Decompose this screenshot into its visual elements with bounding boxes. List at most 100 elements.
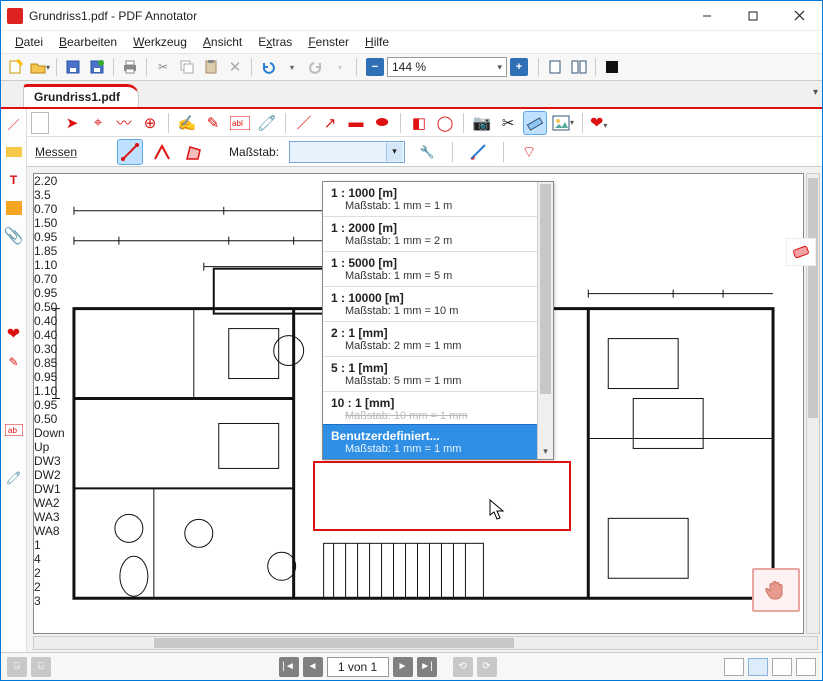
scale-settings-icon[interactable]: 🔧 bbox=[415, 140, 439, 164]
ls-text-icon[interactable]: T bbox=[5, 171, 23, 189]
scale-option[interactable]: 10 : 1 [mm] Maßstab: 10 mm = 1 mm bbox=[323, 392, 553, 424]
paste-icon[interactable] bbox=[200, 56, 222, 78]
line-icon[interactable]: ／ bbox=[293, 112, 315, 133]
ls-attach-icon[interactable]: 📎 bbox=[5, 227, 23, 245]
wifi-icon[interactable]: ⌔ bbox=[517, 140, 541, 164]
stamp-tool-icon[interactable]: 🧷 bbox=[256, 114, 278, 132]
scale-combobox[interactable]: ▾ bbox=[289, 141, 405, 163]
ellipse-icon[interactable]: ⬬ bbox=[371, 114, 393, 131]
maximize-button[interactable] bbox=[730, 1, 776, 30]
view-continuous-icon[interactable] bbox=[748, 658, 768, 676]
nav-fwd-button[interactable]: ⟳ bbox=[477, 657, 497, 677]
undo-icon[interactable] bbox=[257, 56, 279, 78]
save-icon[interactable] bbox=[62, 56, 84, 78]
chevron-down-icon[interactable]: ▾ bbox=[386, 143, 402, 161]
scale-option-custom[interactable]: Benutzerdefiniert...Maßstab: 1 mm = 1 mm bbox=[323, 424, 553, 459]
ls-stamp-icon[interactable]: 🧷 bbox=[5, 469, 23, 487]
minimize-button[interactable] bbox=[684, 1, 730, 30]
redo-icon[interactable] bbox=[305, 56, 327, 78]
first-page-button[interactable]: |◄ bbox=[279, 657, 299, 677]
scale-option[interactable]: 1 : 2000 [m]Maßstab: 1 mm = 2 m bbox=[323, 217, 553, 252]
undo-drop-icon[interactable]: ▾ bbox=[281, 56, 303, 78]
eraser-icon[interactable]: ◧ bbox=[408, 114, 430, 132]
document-tab[interactable]: Grundriss1.pdf bbox=[23, 84, 139, 107]
menu-edit[interactable]: Bearbeiten bbox=[53, 33, 123, 51]
cut-icon[interactable]: ✂ bbox=[152, 56, 174, 78]
menu-view[interactable]: Ansicht bbox=[197, 33, 248, 51]
scale-option[interactable]: 2 : 1 [mm]Maßstab: 2 mm = 1 mm bbox=[323, 322, 553, 357]
ls-pen-icon[interactable]: ／ bbox=[5, 115, 23, 133]
tab-overflow-icon[interactable]: ▾ bbox=[813, 87, 818, 98]
menu-tool[interactable]: Werkzeug bbox=[127, 33, 193, 51]
zoom-out-button[interactable]: − bbox=[366, 58, 384, 76]
ls-pen2-icon[interactable]: ✎ bbox=[5, 353, 23, 371]
scale-option[interactable]: 1 : 10000 [m]Maßstab: 1 mm = 10 m bbox=[323, 287, 553, 322]
close-button[interactable] bbox=[776, 1, 822, 30]
view-two-icon[interactable] bbox=[772, 658, 792, 676]
menu-file[interactable]: Datei bbox=[9, 33, 49, 51]
prev-page-button[interactable]: ◄ bbox=[303, 657, 323, 677]
pointer-icon[interactable]: ➤ bbox=[61, 114, 83, 132]
new-icon[interactable] bbox=[5, 56, 27, 78]
distance-tool-button[interactable] bbox=[117, 139, 143, 165]
freehand-icon[interactable]: ✍ bbox=[176, 114, 198, 132]
zoom-control: − 144 % ▾ + bbox=[366, 57, 528, 77]
select-icon[interactable]: ⌖ bbox=[87, 114, 109, 131]
view-single-icon[interactable] bbox=[724, 658, 744, 676]
thumb-prev-icon[interactable]: ⍈ bbox=[7, 657, 27, 677]
erase-area-icon[interactable]: ◯ bbox=[434, 114, 456, 132]
page-input[interactable]: 1 von 1 bbox=[327, 657, 389, 677]
next-page-button[interactable]: ► bbox=[393, 657, 413, 677]
delete-icon[interactable]: ✕ bbox=[224, 56, 246, 78]
zoom-input[interactable]: 144 % ▾ bbox=[387, 57, 507, 77]
favorite-icon[interactable]: ❤▾ bbox=[590, 113, 607, 133]
area-tool-icon[interactable] bbox=[181, 139, 207, 165]
ls-textbox-icon[interactable]: ab bbox=[5, 421, 23, 439]
redo-drop-icon[interactable]: ▾ bbox=[329, 56, 351, 78]
horizontal-scrollbar[interactable] bbox=[33, 636, 818, 650]
dropdown-scrollbar[interactable]: ▾ bbox=[537, 182, 553, 459]
measure-label: Messen bbox=[35, 145, 77, 159]
page-layout1-icon[interactable] bbox=[544, 56, 566, 78]
textfield-icon[interactable]: abI bbox=[228, 111, 252, 135]
zoom-in-button[interactable]: + bbox=[510, 58, 528, 76]
lasso-icon[interactable]: 〰 bbox=[113, 112, 135, 133]
page-thumb-icon[interactable] bbox=[31, 112, 49, 134]
marker-icon[interactable]: ✎ bbox=[202, 114, 224, 132]
ls-note-icon[interactable] bbox=[5, 199, 23, 217]
arrow-icon[interactable]: ↗ bbox=[319, 114, 341, 132]
menu-window[interactable]: Fenster bbox=[302, 33, 355, 51]
open-icon[interactable]: ▾ bbox=[29, 56, 51, 78]
saveas-icon[interactable] bbox=[86, 56, 108, 78]
zoom-tool-icon[interactable]: ⊕ bbox=[139, 114, 161, 132]
nav-back-button[interactable]: ⟲ bbox=[453, 657, 473, 677]
scale-option[interactable]: 1 : 5000 [m]Maßstab: 1 mm = 5 m bbox=[323, 252, 553, 287]
calibrate-icon[interactable] bbox=[466, 140, 490, 164]
thumb-next-icon[interactable]: ⍇ bbox=[31, 657, 51, 677]
camera-icon[interactable]: 📷 bbox=[471, 114, 493, 132]
perimeter-tool-icon[interactable] bbox=[149, 139, 175, 165]
svg-text:abI: abI bbox=[232, 119, 243, 128]
ls-heart-icon[interactable]: ❤ bbox=[5, 325, 23, 343]
ls-highlight-icon[interactable] bbox=[5, 143, 23, 161]
image-tool-icon[interactable]: ▾ bbox=[551, 111, 575, 135]
scale-option[interactable]: 5 : 1 [mm]Maßstab: 5 mm = 1 mm bbox=[323, 357, 553, 392]
scale-option[interactable]: 1 : 1000 [m]Maßstab: 1 mm = 1 m bbox=[323, 182, 553, 217]
view-two-cont-icon[interactable] bbox=[796, 658, 816, 676]
measure-tool-button[interactable] bbox=[523, 111, 547, 135]
right-eraser-button[interactable] bbox=[786, 238, 816, 266]
copy-icon[interactable] bbox=[176, 56, 198, 78]
chevron-down-icon[interactable]: ▾ bbox=[497, 62, 502, 73]
crop-icon[interactable]: ✂ bbox=[497, 114, 519, 132]
pan-hand-button[interactable] bbox=[752, 568, 800, 612]
menu-help[interactable]: Hilfe bbox=[359, 33, 395, 51]
measure-toolbar: Messen Maßstab: ▾ 🔧 ⌔ bbox=[27, 137, 822, 167]
print-icon[interactable] bbox=[119, 56, 141, 78]
fullscreen-icon[interactable] bbox=[601, 56, 623, 78]
page-layout2-icon[interactable] bbox=[568, 56, 590, 78]
tab-label: Grundriss1.pdf bbox=[34, 90, 120, 104]
last-page-button[interactable]: ►| bbox=[417, 657, 437, 677]
zoom-value: 144 % bbox=[392, 60, 426, 74]
rect-icon[interactable]: ▬ bbox=[345, 114, 367, 131]
menu-extras[interactable]: Extras bbox=[252, 33, 298, 51]
